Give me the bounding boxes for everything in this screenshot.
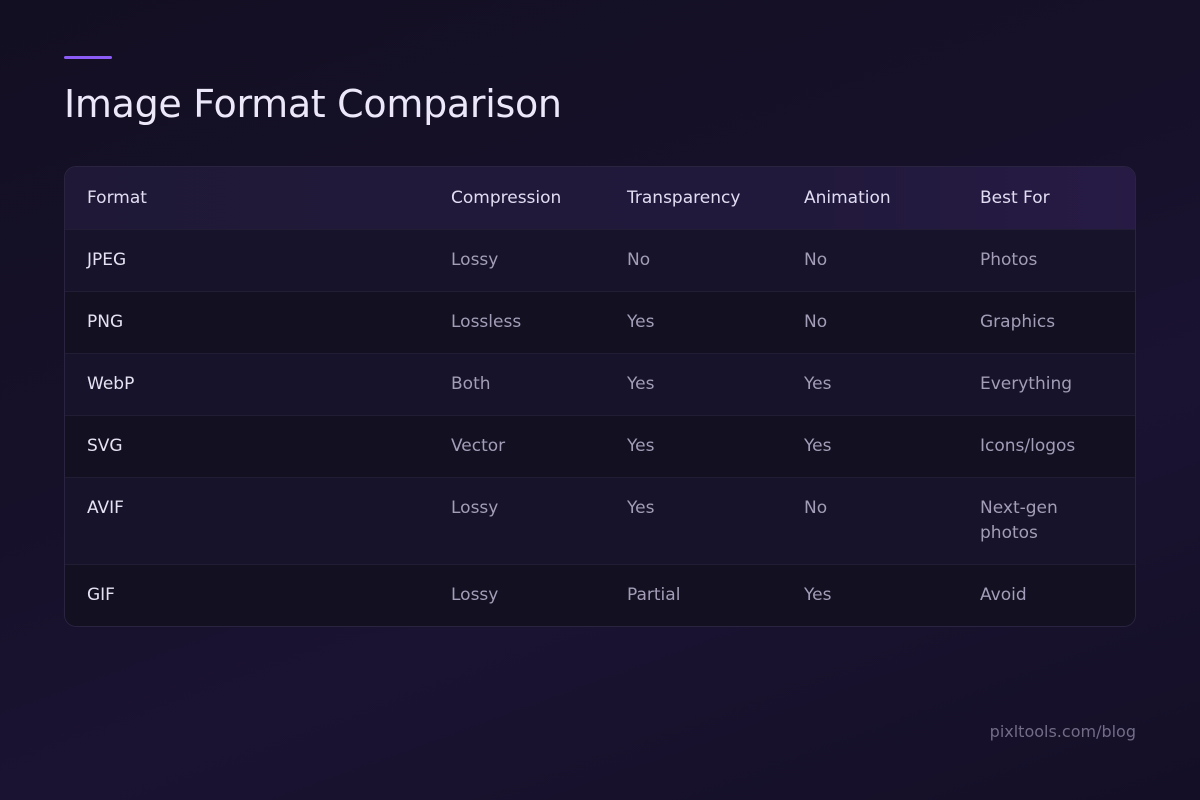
cell-compression: Lossy xyxy=(429,477,605,565)
cell-compression: Both xyxy=(429,353,605,416)
cell-animation: Yes xyxy=(782,564,958,626)
cell-format: AVIF xyxy=(65,477,429,565)
table-row: PNG Lossless Yes No Graphics xyxy=(65,291,1135,354)
cell-transparency: Yes xyxy=(605,291,782,354)
cell-compression: Vector xyxy=(429,415,605,478)
cell-transparency: Yes xyxy=(605,415,782,478)
cell-animation: No xyxy=(782,477,958,565)
cell-transparency: Yes xyxy=(605,477,782,565)
cell-compression: Lossy xyxy=(429,564,605,626)
table-row: WebP Both Yes Yes Everything xyxy=(65,353,1135,416)
cell-animation: No xyxy=(782,229,958,292)
header-animation: Animation xyxy=(804,188,891,208)
cell-compression: Lossless xyxy=(429,291,605,354)
cell-animation: Yes xyxy=(782,415,958,478)
table-row: SVG Vector Yes Yes Icons/logos xyxy=(65,415,1135,478)
cell-compression: Lossy xyxy=(429,229,605,292)
cell-format: GIF xyxy=(65,564,429,626)
cell-transparency: No xyxy=(605,229,782,292)
cell-transparency: Yes xyxy=(605,353,782,416)
cell-best-for: Photos xyxy=(958,229,1135,292)
header-compression: Compression xyxy=(451,188,562,208)
cell-best-for: Graphics xyxy=(958,291,1135,354)
page-title: Image Format Comparison xyxy=(64,82,562,126)
cell-best-for: Everything xyxy=(958,353,1135,416)
comparison-table: Format Compression Transparency Animatio… xyxy=(64,166,1136,627)
table-row: GIF Lossy Partial Yes Avoid xyxy=(65,564,1135,626)
table-header-row: Format Compression Transparency Animatio… xyxy=(65,167,1135,230)
table-row: AVIF Lossy Yes No Next-gen photos xyxy=(65,477,1135,565)
cell-format: PNG xyxy=(65,291,429,354)
header-transparency: Transparency xyxy=(627,188,741,208)
footer-credit: pixltools.com/blog xyxy=(989,722,1136,741)
cell-format: WebP xyxy=(65,353,429,416)
cell-animation: No xyxy=(782,291,958,354)
header-format: Format xyxy=(87,188,147,208)
cell-format: SVG xyxy=(65,415,429,478)
accent-bar xyxy=(64,56,112,59)
cell-format: JPEG xyxy=(65,229,429,292)
cell-transparency: Partial xyxy=(605,564,782,626)
cell-best-for: Avoid xyxy=(958,564,1135,626)
header-best-for: Best For xyxy=(980,188,1050,208)
cell-best-for: Icons/logos xyxy=(958,415,1135,478)
cell-best-for: Next-gen photos xyxy=(958,477,1135,565)
table-row: JPEG Lossy No No Photos xyxy=(65,229,1135,292)
cell-animation: Yes xyxy=(782,353,958,416)
